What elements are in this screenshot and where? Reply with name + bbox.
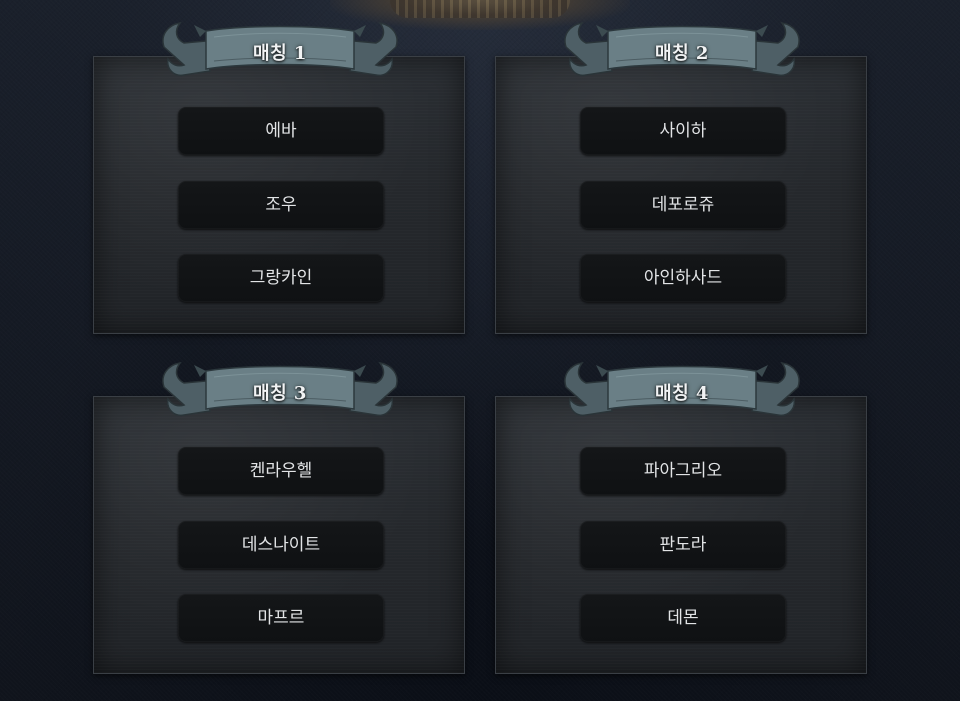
- server-button-zoe[interactable]: 조우: [178, 181, 384, 229]
- server-button-maphr[interactable]: 마프르: [178, 594, 384, 642]
- matching-panel-2: 매칭 2 사이하 데포로쥬 아인하사드: [495, 21, 867, 334]
- matching-banner-4: 매칭 4: [556, 357, 808, 429]
- matching-title: 매칭 4: [655, 383, 709, 404]
- matching-banner-2: 매칭 2: [556, 17, 808, 89]
- matching-banner-1: 매칭 1: [154, 17, 406, 89]
- server-button-demon[interactable]: 데몬: [580, 594, 786, 642]
- server-button-gran-kain[interactable]: 그랑카인: [178, 254, 384, 302]
- server-button-pandora[interactable]: 판도라: [580, 521, 786, 569]
- server-button-einhasad[interactable]: 아인하사드: [580, 254, 786, 302]
- matching-panel-1: 매칭 1 에바 조우 그랑카인: [93, 21, 465, 334]
- matching-banner-3: 매칭 3: [154, 357, 406, 429]
- server-button-eva[interactable]: 에바: [178, 107, 384, 155]
- matching-title: 매칭 3: [253, 383, 307, 404]
- server-button-saiha[interactable]: 사이하: [580, 107, 786, 155]
- matching-title: 매칭 1: [253, 43, 307, 64]
- matching-title: 매칭 2: [655, 43, 709, 64]
- matching-panel-3: 매칭 3 켄라우헬 데스나이트 마프르: [93, 361, 465, 674]
- server-button-kenrauhel[interactable]: 켄라우헬: [178, 447, 384, 495]
- matching-panel-4: 매칭 4 파아그리오 판도라 데몬: [495, 361, 867, 674]
- server-button-deforoju[interactable]: 데포로쥬: [580, 181, 786, 229]
- server-button-pagrio[interactable]: 파아그리오: [580, 447, 786, 495]
- server-button-death-knight[interactable]: 데스나이트: [178, 521, 384, 569]
